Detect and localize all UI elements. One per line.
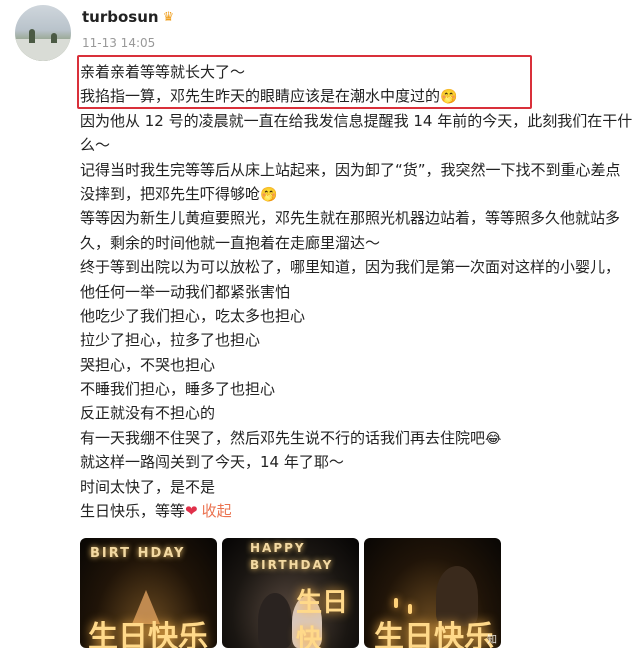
person-silhouette [258, 593, 292, 648]
post-line: 因为他从 12 号的凌晨就一直在给我发信息提醒我 14 年前的今天，此刻我们在干… [80, 111, 633, 130]
post-timestamp: 11-13 14:05 [82, 36, 156, 50]
post-line: 没摔到，把邓先生吓得够呛🤭 [80, 182, 640, 206]
photo-caption-bottom: 生日快乐 [374, 620, 494, 648]
post-line: 哭担心，不哭也担心 [80, 355, 216, 374]
post-line-text: 我掐指一算，邓先生昨天的眼睛应该是在潮水中度过的 [80, 87, 441, 106]
photo-caption-bottom: 生日快 [296, 588, 349, 648]
post-line: 反正就没有不担心的 [80, 404, 216, 423]
crown-icon: ♛ [162, 9, 175, 25]
post-line: 终于等到出院以为可以放松了，哪里知道，因为我们是第一次面对这样的小婴儿， [80, 258, 621, 277]
post-line-text: 没摔到，把邓先生吓得够呛 [80, 184, 261, 203]
post-line: 记得当时我生完等等后从床上站起来，因为卸了“货”，我突然一下找不到重心差点 [80, 160, 621, 179]
post-line: 就这样一路闯关到了今天，14 年了耶～ [80, 453, 344, 472]
post-line: 我掐指一算，邓先生昨天的眼睛应该是在潮水中度过的🤭 [80, 84, 640, 108]
post-line: 不睡我们担心，睡多了也担心 [80, 380, 276, 399]
heart-icon: ❤ [185, 502, 198, 521]
username-text[interactable]: turbosun [82, 8, 159, 26]
post-line: 他吃少了我们担心，吃太多也担心 [80, 306, 306, 325]
post-line-text: 生日快乐，等等 [80, 502, 186, 521]
photo-caption-bottom: 生日快乐 [88, 620, 208, 648]
laugh-cry-emoji-icon: 😂 [485, 430, 502, 447]
username[interactable]: turbosun ♛ [82, 8, 174, 26]
post-line: 他任何一举一动我们都紧张害怕 [80, 282, 291, 301]
avatar-tree [29, 29, 35, 43]
post-line: 有一天我绷不住哭了，然后邓先生说不行的话我们再去住院吧😂 [80, 426, 640, 450]
post-line: 等等因为新生儿黄疸要照光，邓先生就在那照光机器边站着，等等照多久他就站多 [80, 209, 621, 228]
avatar[interactable] [15, 5, 71, 61]
post-line: 久，剩余的时间他就一直抱着在走廊里溜达～ [80, 233, 381, 252]
collapse-link[interactable]: 收起 [202, 502, 232, 520]
post-line: 时间太快了，是不是 [80, 477, 216, 496]
photo-thumbnail[interactable]: BIRT HDAY 生日快乐 [80, 538, 217, 648]
grin-emoji-icon: 🤭 [440, 89, 458, 106]
candle-icon [394, 598, 398, 608]
photo-thumbnail[interactable]: 生日快乐 知 [364, 538, 501, 648]
post-line: 生日快乐，等等❤ 收起 [80, 499, 640, 523]
post-line-text: 有一天我绷不住哭了，然后邓先生说不行的话我们再去住院吧 [80, 428, 486, 447]
photo-caption-top: BIRT HDAY [90, 546, 186, 561]
photo-thumbnail[interactable]: HAPPY BIRTHDAY 生日快 [222, 538, 359, 648]
post-line: 亲着亲着等等就长大了～ [80, 63, 246, 81]
post-content: 亲着亲着等等就长大了～ 我掐指一算，邓先生昨天的眼睛应该是在潮水中度过的🤭 因为… [80, 60, 640, 523]
post-line: 么～ [80, 136, 111, 155]
avatar-snow [15, 39, 71, 61]
photo-caption-top: HAPPY BIRTHDAY [250, 541, 334, 572]
grin-emoji-icon: 🤭 [260, 186, 278, 203]
post-line: 拉少了担心，拉多了也担心 [80, 331, 261, 350]
avatar-tree [51, 33, 57, 43]
